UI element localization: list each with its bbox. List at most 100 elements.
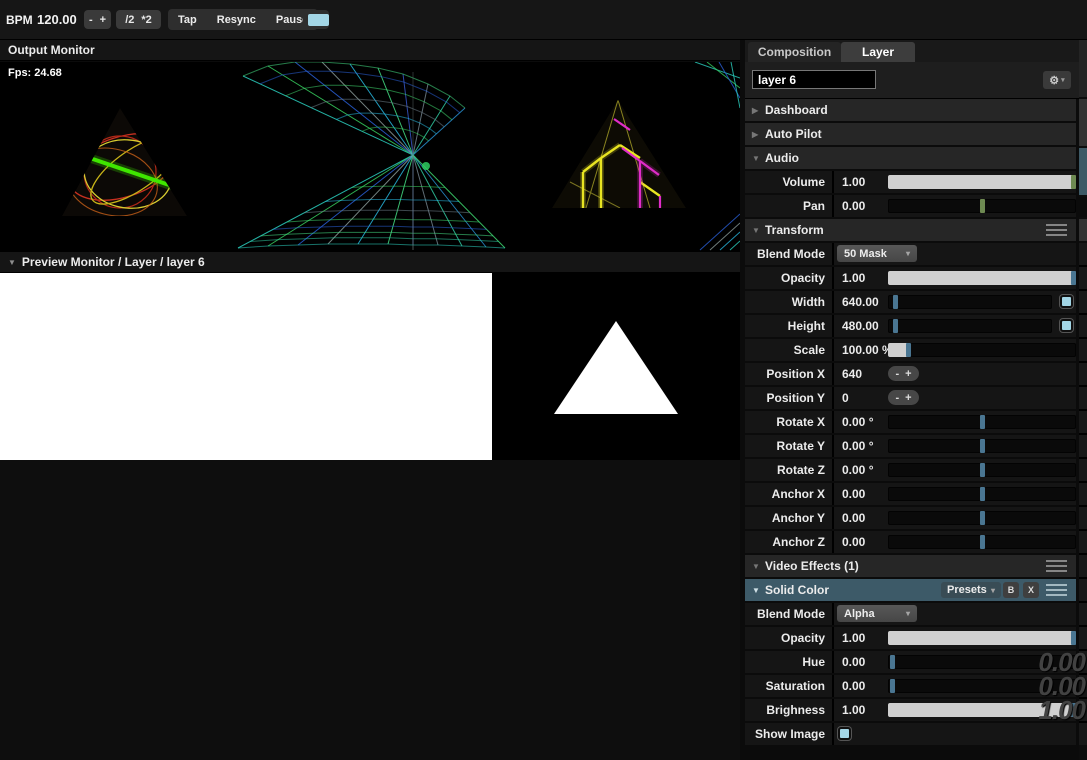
link-checkbox[interactable] (1060, 319, 1073, 332)
slider-handle[interactable] (980, 415, 985, 429)
bypass-button[interactable]: B (1003, 582, 1019, 598)
slider-handle[interactable] (1071, 175, 1076, 189)
expand-arrow-icon[interactable]: ▼ (752, 586, 765, 595)
tab-layer[interactable]: Layer (841, 42, 915, 62)
slider-handle[interactable] (980, 511, 985, 525)
param-value[interactable]: 0.00 (842, 195, 865, 217)
collapse-arrow-icon[interactable]: ▶ (752, 106, 765, 115)
layer-name-input[interactable] (752, 70, 876, 89)
expand-arrow-icon[interactable]: ▼ (752, 562, 765, 571)
param-value[interactable]: 1.00 (842, 627, 865, 649)
expand-arrow-icon[interactable]: ▼ (752, 154, 765, 163)
slider-handle[interactable] (1071, 631, 1076, 645)
link-checkbox[interactable] (1060, 295, 1073, 308)
param-slider[interactable] (888, 271, 1076, 285)
bpm-plus[interactable]: + (100, 14, 106, 26)
slider-handle[interactable] (980, 199, 985, 213)
param-slider[interactable] (888, 319, 1052, 333)
scrollbar-segment (1079, 197, 1087, 217)
param-value[interactable]: 0.00 (842, 531, 865, 553)
param-value[interactable]: 0.00 (842, 651, 865, 673)
top-bar: BPM 120.00 - + /2 *2 Tap Resync Pause (0, 0, 1087, 40)
param-slider[interactable] (888, 439, 1076, 453)
slider-handle[interactable] (890, 679, 895, 693)
presets-dropdown[interactable]: Presets▾ (941, 582, 1001, 598)
param-value[interactable]: 100.00 % (842, 339, 893, 361)
remove-effect-button[interactable]: X (1023, 582, 1039, 598)
slider-handle[interactable] (980, 487, 985, 501)
slider-handle[interactable] (1071, 271, 1076, 285)
dropdown-value: Alpha (844, 608, 875, 620)
show-image-checkbox[interactable] (838, 727, 851, 740)
param-slider[interactable] (888, 535, 1076, 549)
param-value[interactable]: 0.00 ° (842, 435, 874, 457)
param-value[interactable]: 1.00 (842, 267, 865, 289)
param-value[interactable]: 480.00 (842, 315, 879, 337)
bpm-half[interactable]: /2 (125, 14, 134, 26)
param-value[interactable]: 0.00 (842, 483, 865, 505)
bpm-div-mul-button[interactable]: /2 *2 (116, 10, 161, 29)
param-value[interactable]: 0 (842, 387, 849, 409)
param-value[interactable]: 0.00 (842, 507, 865, 529)
slider-handle[interactable] (890, 655, 895, 669)
param-slider[interactable] (888, 199, 1076, 213)
value-stepper[interactable]: -+ (888, 366, 919, 381)
expand-arrow-icon[interactable]: ▼ (752, 226, 765, 235)
bpm-value[interactable]: 120.00 (37, 12, 77, 27)
param-row-position-y: Position Y0-+ (745, 387, 1076, 409)
stepper-plus[interactable]: + (905, 368, 911, 380)
tab-composition[interactable]: Composition (748, 42, 841, 62)
section-header-video-effects-1-[interactable]: ▼Video Effects (1) (745, 555, 1076, 577)
bpm-double[interactable]: *2 (141, 14, 151, 26)
section-header-transform[interactable]: ▼Transform (745, 219, 1076, 241)
resync-button[interactable]: Resync (207, 14, 266, 26)
section-header-solid-color[interactable]: ▼Solid ColorPresets▾BX (745, 579, 1076, 601)
blend-mode-dropdown[interactable]: Alpha▾ (837, 605, 917, 622)
metronome-toggle-button[interactable] (303, 10, 329, 29)
menu-icon[interactable] (1046, 584, 1067, 596)
param-slider[interactable] (888, 487, 1076, 501)
param-slider[interactable] (888, 415, 1076, 429)
value-stepper[interactable]: -+ (888, 390, 919, 405)
param-slider[interactable] (888, 631, 1076, 645)
section-header-auto-pilot[interactable]: ▶Auto Pilot (745, 123, 1076, 145)
param-slider[interactable] (888, 343, 1076, 357)
scrollbar-segment (1079, 219, 1087, 241)
param-value[interactable]: 640.00 (842, 291, 879, 313)
slider-handle[interactable] (980, 439, 985, 453)
param-slider[interactable] (888, 463, 1076, 477)
section-header-dashboard[interactable]: ▶Dashboard (745, 99, 1076, 121)
param-value[interactable]: 640 (842, 363, 862, 385)
column-divider (832, 603, 834, 625)
stepper-minus[interactable]: - (895, 392, 899, 404)
slider-handle[interactable] (980, 535, 985, 549)
param-value[interactable]: 0.00 ° (842, 459, 874, 481)
metronome-toggle-icon (308, 14, 329, 26)
menu-icon[interactable] (1046, 224, 1067, 236)
param-label: Width (745, 291, 832, 313)
slider-handle[interactable] (980, 463, 985, 477)
param-value[interactable]: 1.00 (842, 171, 865, 193)
layer-settings-button[interactable]: ⚙ ▾ (1043, 71, 1071, 89)
param-value[interactable]: 0.00 (842, 675, 865, 697)
slider-handle[interactable] (893, 295, 898, 309)
param-slider[interactable] (888, 295, 1052, 309)
stepper-plus[interactable]: + (905, 392, 911, 404)
tap-button[interactable]: Tap (168, 14, 207, 26)
preview-collapse-icon[interactable]: ▼ (8, 258, 16, 267)
collapse-arrow-icon[interactable]: ▶ (752, 130, 765, 139)
menu-icon[interactable] (1046, 560, 1067, 572)
column-divider (832, 243, 834, 265)
bpm-minus[interactable]: - (89, 14, 93, 26)
slider-handle[interactable] (906, 343, 911, 357)
param-value[interactable]: 0.00 ° (842, 411, 874, 433)
blend-mode-dropdown[interactable]: 50 Mask▾ (837, 245, 917, 262)
param-slider[interactable] (888, 511, 1076, 525)
bpm-step-button[interactable]: - + (84, 10, 111, 29)
section-header-audio[interactable]: ▼Audio (745, 147, 1076, 169)
param-slider[interactable] (888, 175, 1076, 189)
slider-handle[interactable] (893, 319, 898, 333)
presets-label: Presets (947, 584, 987, 596)
param-value[interactable]: 1.00 (842, 699, 865, 721)
stepper-minus[interactable]: - (895, 368, 899, 380)
